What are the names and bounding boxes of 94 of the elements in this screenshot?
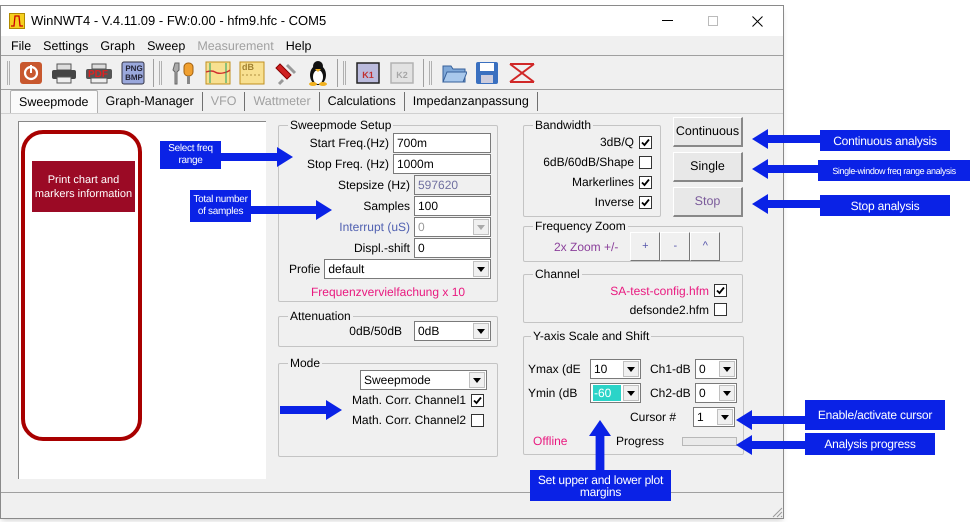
field-label: Ch1-dB — [650, 361, 692, 378]
field-label: Displ.-shift — [352, 240, 411, 256]
resize-icon[interactable] — [507, 60, 537, 84]
menu-item[interactable]: Sweep — [141, 36, 192, 54]
checkbox[interactable] — [639, 196, 652, 208]
button[interactable]: Single — [673, 152, 743, 182]
checkbox-label: 6dB/60dB/Shape — [543, 154, 634, 171]
zoom-button[interactable]: - — [660, 232, 690, 261]
menu-item[interactable]: File — [5, 36, 38, 54]
callout-label: Set upper and lower plot margins — [530, 470, 671, 501]
tab[interactable]: Sweepmode — [10, 90, 98, 113]
power-icon[interactable] — [19, 60, 43, 84]
info-text: Frequenzvervielfachung x 10 — [310, 284, 466, 301]
checkbox-label: defsonde2.hfm — [630, 302, 709, 318]
field-label: 2x Zoom +/- — [554, 238, 618, 256]
callout-label: Enable/activate cursor — [805, 400, 945, 430]
dropdown[interactable]: 0dB — [414, 321, 491, 341]
callout-label: Single-window freq range analysis — [818, 160, 970, 181]
callout-arrow — [752, 194, 820, 214]
dropdown[interactable]: 0 — [695, 383, 737, 403]
checkbox[interactable] — [639, 136, 652, 148]
field-label: Ch2-dB — [650, 385, 692, 402]
checkbox-label: Markerlines — [572, 174, 634, 191]
printer-icon[interactable] — [51, 60, 77, 84]
input-field[interactable]: 0 — [414, 238, 491, 258]
checkbox-label: Math. Corr. Channel1 — [352, 392, 466, 409]
chart-icon[interactable] — [205, 60, 231, 84]
callout-arrow — [752, 129, 820, 149]
field-label: Ymax (dE — [528, 361, 582, 378]
callout-label: Stop analysis — [820, 195, 950, 216]
group-title: Sweepmode Setup — [289, 119, 392, 132]
callout-label: Continuous analysis — [820, 130, 950, 151]
field-label: Samples — [362, 198, 411, 214]
group-title: Mode — [289, 357, 322, 370]
checkbox[interactable] — [714, 284, 727, 297]
checkbox-label: Math. Corr. Channel2 — [352, 412, 466, 429]
field-label: 0dB/50dB — [349, 323, 403, 340]
input-field[interactable]: 700m — [393, 132, 491, 152]
field-label: Progress — [616, 433, 666, 450]
close-icon[interactable] — [752, 16, 763, 26]
callout-label: Select freq range — [160, 141, 221, 169]
callout-arrow — [736, 435, 805, 455]
field-label: Stop Freq. (Hz) — [306, 156, 390, 172]
checkbox-label: 3dB/Q — [600, 134, 634, 151]
button[interactable]: Continuous — [673, 117, 743, 147]
penguin-icon[interactable] — [307, 60, 329, 86]
minimize-icon[interactable] — [662, 20, 673, 22]
checkbox[interactable] — [639, 176, 652, 188]
field-label: Interrupt (uS) — [338, 218, 411, 236]
checkbox[interactable] — [714, 303, 727, 316]
input-field[interactable]: 1000m — [393, 154, 491, 174]
zoom-button[interactable]: ^ — [690, 232, 720, 261]
tab[interactable]: Calculations — [320, 92, 405, 111]
dropdown[interactable]: 0 — [695, 359, 737, 379]
dropdown[interactable]: Sweepmode — [360, 370, 487, 390]
window-title: WinNWT4 - V.4.11.09 - FW:0.00 - hfm9.hfc - COM5 — [31, 12, 326, 30]
image-file-icon[interactable]: PNG BMP — [121, 60, 145, 84]
checkbox[interactable] — [471, 414, 484, 426]
field-label: Ymin (dB — [528, 385, 578, 402]
callout-note: Print chart and markers information — [32, 161, 135, 212]
field-label: Stepsize (Hz) — [336, 176, 411, 194]
callout-arrow — [752, 159, 818, 179]
callout-arrow — [280, 400, 342, 420]
input-field: 597620 — [414, 174, 491, 194]
callout-label: Analysis progress — [805, 433, 935, 455]
dropdown[interactable]: 10 — [590, 359, 641, 379]
checkbox[interactable] — [639, 156, 652, 168]
app-icon — [9, 13, 25, 29]
field-label: Cursor # — [630, 409, 678, 426]
group-title: Bandwidth — [534, 119, 592, 132]
field-label: Profie — [288, 260, 322, 278]
resize-grip-icon[interactable] — [771, 506, 783, 518]
group-title: Attenuation — [289, 310, 352, 323]
callout-arrow — [589, 420, 611, 470]
dropdown[interactable]: 1 — [693, 407, 735, 427]
checkbox-label: SA-test-config.hfm — [610, 282, 709, 300]
input-field[interactable]: 100 — [414, 196, 491, 216]
group-title: Frequency Zoom — [534, 220, 627, 233]
dropdown[interactable]: default — [324, 258, 491, 278]
callout-arrow — [736, 410, 805, 430]
zoom-button[interactable]: + — [630, 232, 660, 261]
menu-item[interactable]: Help — [280, 36, 318, 54]
tab[interactable]: Graph-Manager — [98, 92, 203, 111]
dropdown: 0 — [414, 216, 491, 236]
tab[interactable]: Impedanzanpassung — [404, 92, 538, 111]
checkbox[interactable] — [471, 394, 484, 406]
checkbox-label: Inverse — [594, 194, 634, 211]
menu-item[interactable]: Settings — [37, 36, 94, 54]
menu-item[interactable]: Graph — [94, 36, 142, 54]
field-label: Start Freq.(Hz) — [308, 134, 390, 152]
group-title: Y-axis Scale and Shift — [532, 330, 650, 343]
group-title: Channel — [534, 268, 581, 281]
callout-label: Total number of samples — [190, 190, 251, 222]
status-text: Offline — [532, 433, 568, 450]
